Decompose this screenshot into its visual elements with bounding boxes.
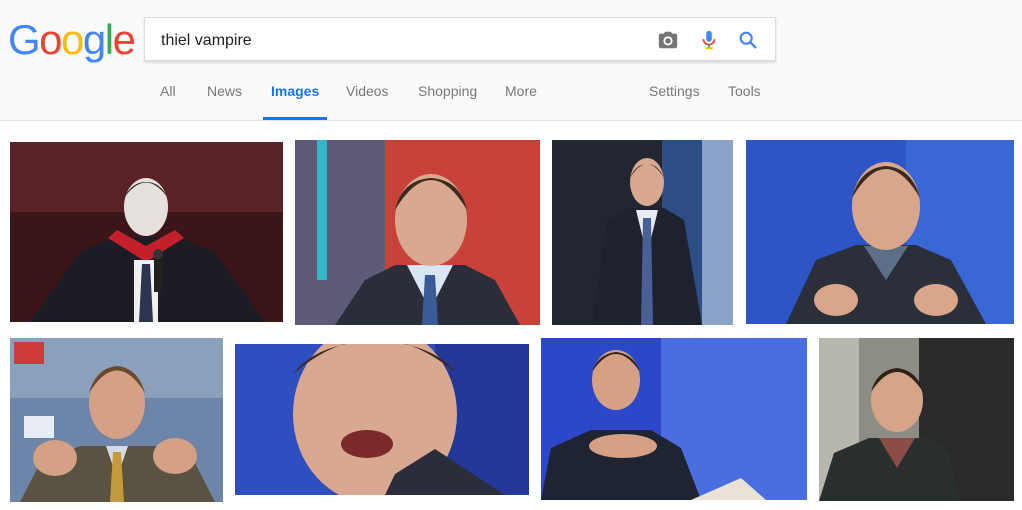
image-result[interactable] bbox=[746, 140, 1014, 324]
image-result[interactable] bbox=[235, 344, 529, 495]
tab-videos[interactable]: Videos bbox=[346, 82, 389, 120]
tab-all[interactable]: All bbox=[160, 82, 176, 120]
image-result[interactable] bbox=[10, 142, 283, 322]
settings-link[interactable]: Settings bbox=[649, 82, 700, 120]
tab-images[interactable]: Images bbox=[262, 82, 328, 120]
logo-letter: g bbox=[82, 16, 106, 63]
logo-letter: e bbox=[112, 16, 136, 63]
tab-more[interactable]: More bbox=[505, 82, 537, 120]
logo-letter: G bbox=[8, 16, 41, 63]
tab-shopping[interactable]: Shopping bbox=[418, 82, 477, 120]
search-icon[interactable] bbox=[737, 29, 759, 51]
image-result[interactable] bbox=[819, 338, 1014, 501]
microphone-icon[interactable] bbox=[698, 29, 720, 51]
search-box bbox=[144, 17, 776, 61]
search-header: Google All News Images Videos Shopping M… bbox=[0, 0, 1022, 121]
tab-news[interactable]: News bbox=[207, 82, 242, 120]
camera-icon[interactable] bbox=[657, 29, 679, 51]
tools-link[interactable]: Tools bbox=[728, 82, 761, 120]
logo-letter: o bbox=[39, 16, 62, 63]
google-logo[interactable]: Google bbox=[8, 14, 136, 66]
image-result[interactable] bbox=[541, 338, 807, 500]
search-input[interactable] bbox=[159, 28, 633, 54]
search-tabs: All News Images Videos Shopping More Set… bbox=[0, 82, 1022, 120]
image-result[interactable] bbox=[295, 140, 540, 325]
image-result[interactable] bbox=[552, 140, 733, 325]
logo-letter: l bbox=[104, 16, 114, 63]
image-result[interactable] bbox=[10, 338, 223, 502]
logo-letter: o bbox=[61, 16, 84, 63]
